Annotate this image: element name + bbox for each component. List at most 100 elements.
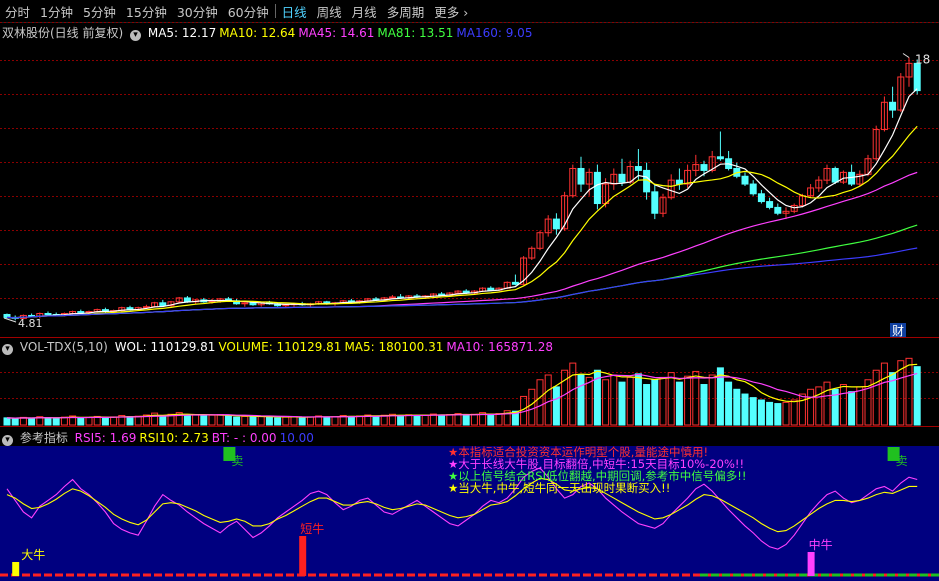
- rsi-indicator-values: RSI5: 1.69 RSI10: 2.73 BT: - : 0.00 10.00: [75, 431, 317, 445]
- volume-bar: [872, 369, 880, 426]
- volume-bar: [741, 393, 749, 426]
- volume-bar: [528, 388, 536, 426]
- volume-panel-header: ▾ VOL-TDX(5,10) WOL: 110129.81 VOLUME: 11…: [2, 340, 559, 355]
- rsi-note-3: ★当大牛,中牛,短牛同一天出现时果断买入!!: [448, 481, 671, 495]
- volume-bar: [733, 388, 741, 426]
- vol-value-3: MA10: 165871.28: [446, 340, 553, 354]
- volume-bar: [356, 415, 364, 426]
- candle-body: [552, 218, 560, 230]
- ma-line-45: [6, 171, 918, 319]
- volume-bar: [651, 379, 659, 426]
- volume-bar: [913, 366, 921, 426]
- volume-bar: [405, 414, 413, 426]
- volume-bar: [700, 384, 708, 426]
- volume-bar: [675, 381, 683, 426]
- low-price-label: 4.81: [18, 317, 43, 330]
- volume-bar: [446, 414, 454, 426]
- vol-value-2: MA5: 180100.31: [344, 340, 444, 354]
- volume-bar: [249, 416, 257, 426]
- sell-signal-label: 卖: [896, 454, 908, 468]
- rsi-value-3: 10.00: [279, 431, 314, 445]
- candle-body: [651, 191, 659, 214]
- volume-bar: [216, 414, 224, 426]
- stock-name: 双林股份(日线 前复权): [2, 26, 124, 40]
- volume-bar: [298, 416, 306, 426]
- candle-body: [183, 297, 191, 303]
- volume-bar: [421, 414, 429, 426]
- vol-value-0: WOL: 110129.81: [114, 340, 216, 354]
- volume-bar: [290, 416, 298, 426]
- ma-value-2: MA45: 14.61: [298, 26, 375, 40]
- rsi-panel-header: ▾ 参考指标 RSI5: 1.69 RSI10: 2.73 BT: - : 0.00…: [2, 429, 320, 446]
- volume-bar: [183, 414, 191, 426]
- volume-bar: [159, 415, 167, 426]
- candle-body: [511, 281, 519, 285]
- volume-bar: [782, 401, 790, 426]
- candle-body: [889, 101, 897, 111]
- volume-bar: [265, 416, 273, 426]
- volume-bar: [224, 415, 232, 426]
- volume-bar: [848, 391, 856, 426]
- volume-indicator-values: WOL: 110129.81 VOLUME: 110129.81 MA5: 1801…: [115, 340, 556, 354]
- volume-bar: [438, 414, 446, 426]
- volume-bar: [101, 417, 109, 426]
- volume-bar: [44, 417, 52, 426]
- volume-bar: [233, 416, 241, 426]
- volume-bar: [306, 416, 314, 426]
- volume-bar: [200, 415, 208, 426]
- vol-value-1: VOLUME: 110129.81: [218, 340, 342, 354]
- volume-bar: [766, 401, 774, 426]
- volume-bar: [790, 399, 798, 426]
- volume-bar: [839, 384, 847, 426]
- volume-bar: [634, 373, 642, 426]
- candle-body: [774, 206, 782, 214]
- volume-bar: [807, 388, 815, 426]
- candle-body: [577, 167, 585, 185]
- volume-bar: [643, 384, 651, 426]
- volume-bar: [708, 374, 716, 426]
- bull-signal-bar: [299, 536, 307, 576]
- candle-body: [618, 173, 626, 183]
- volume-bar: [585, 376, 593, 426]
- candle-body: [700, 164, 708, 171]
- volume-bar: [134, 415, 142, 426]
- candle-body: [159, 302, 167, 307]
- chevron-down-icon[interactable]: ▾: [2, 344, 13, 355]
- volume-bar: [282, 416, 290, 426]
- volume-bar: [470, 413, 478, 426]
- volume-bar: [192, 414, 200, 426]
- volume-bar: [495, 413, 503, 426]
- volume-bar: [19, 416, 27, 426]
- candle-body: [675, 179, 683, 185]
- candle-body: [757, 193, 765, 203]
- candle-body: [249, 302, 257, 306]
- candle-body: [487, 287, 495, 291]
- volume-bar: [815, 386, 823, 426]
- volume-bar: [52, 417, 60, 426]
- rsi-value-1: RSI10: 2.73: [139, 431, 209, 445]
- volume-bar: [749, 397, 757, 426]
- candle-body: [77, 311, 85, 314]
- volume-bar: [536, 379, 544, 426]
- volume-bar: [684, 375, 692, 426]
- volume-bar: [716, 367, 724, 426]
- bull-signal-bar: [12, 562, 20, 576]
- volume-bar: [659, 376, 667, 426]
- bull-signal-bar: [807, 552, 815, 576]
- volume-bar: [347, 415, 355, 426]
- ma-value-4: MA160: 9.05: [456, 26, 533, 40]
- volume-bar: [241, 415, 249, 426]
- ma-value-0: MA5: 12.17: [147, 26, 217, 40]
- volume-bar: [257, 415, 265, 426]
- chevron-down-icon[interactable]: ▾: [130, 30, 142, 41]
- volume-bar: [126, 416, 134, 426]
- candle-body: [44, 313, 52, 316]
- volume-bar: [552, 386, 560, 426]
- bull-signal-label: 大牛: [21, 547, 45, 562]
- volume-bar: [856, 386, 864, 426]
- rsi-value-2: BT: - : 0.00: [211, 431, 277, 445]
- volume-bar: [274, 417, 282, 426]
- high-price-label: 18: [915, 53, 930, 67]
- candle-body: [831, 167, 839, 183]
- chevron-down-icon[interactable]: ▾: [2, 435, 13, 446]
